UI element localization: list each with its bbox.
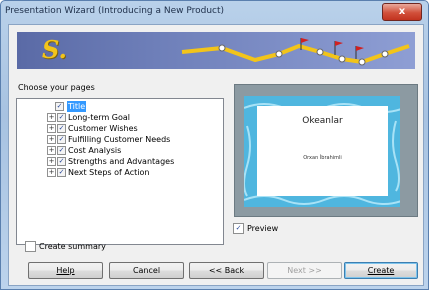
preview-label: Preview bbox=[247, 224, 279, 233]
slide-title: Okeanlar bbox=[302, 116, 343, 126]
wizard-window: Presentation Wizard (Introducing a New P… bbox=[0, 0, 429, 290]
checkbox-icon[interactable]: ✓ bbox=[57, 135, 66, 144]
checkbox-icon[interactable]: ✓ bbox=[57, 113, 66, 122]
expand-icon[interactable]: + bbox=[47, 157, 56, 166]
close-button[interactable]: x bbox=[382, 3, 422, 21]
create-button[interactable]: Create bbox=[344, 262, 418, 279]
checkbox-icon[interactable] bbox=[25, 241, 36, 252]
expand-icon[interactable]: + bbox=[47, 168, 56, 177]
create-button-label: Create bbox=[367, 266, 395, 275]
pages-tree[interactable]: ✓ Title + ✓ Long-term Goal + ✓ Customer … bbox=[16, 98, 224, 245]
tree-item-label: Fulfilling Customer Needs bbox=[68, 135, 171, 144]
checkbox-icon[interactable]: ✓ bbox=[57, 157, 66, 166]
checkbox-icon[interactable]: ✓ bbox=[55, 102, 64, 111]
tree-item-label: Long-term Goal bbox=[68, 113, 131, 122]
title-bar[interactable]: Presentation Wizard (Introducing a New P… bbox=[1, 1, 428, 23]
preview-slide: Okeanlar Orxan İbrahimli bbox=[244, 96, 400, 207]
tree-item-label: Title bbox=[67, 101, 87, 112]
back-button[interactable]: << Back bbox=[189, 262, 264, 279]
wizard-client-area: S. Choose your pages ✓ Title + ✓ Long-te… bbox=[8, 24, 424, 286]
window-title: Presentation Wizard (Introducing a New P… bbox=[5, 6, 225, 16]
create-summary-label: Create summary bbox=[39, 242, 106, 251]
next-button-label: Next >> bbox=[287, 266, 322, 275]
cancel-button-label: Cancel bbox=[132, 266, 161, 275]
slide-content: Okeanlar Orxan İbrahimli bbox=[257, 106, 388, 196]
checkbox-icon[interactable]: ✓ bbox=[57, 146, 66, 155]
tree-item-label: Cost Analysis bbox=[68, 146, 122, 155]
help-button[interactable]: Help bbox=[28, 262, 103, 279]
tree-item-label: Customer Wishes bbox=[68, 124, 138, 133]
expand-icon[interactable]: + bbox=[47, 146, 56, 155]
checkbox-icon[interactable]: ✓ bbox=[233, 223, 244, 234]
checkbox-icon[interactable]: ✓ bbox=[57, 168, 66, 177]
help-button-label: Help bbox=[56, 266, 75, 275]
checkbox-icon[interactable]: ✓ bbox=[57, 124, 66, 133]
expand-icon[interactable]: + bbox=[47, 113, 56, 122]
expand-icon[interactable]: + bbox=[47, 124, 56, 133]
tree-item-label: Strengths and Advantages bbox=[68, 157, 175, 166]
banner-roadmap-graphic bbox=[181, 38, 410, 66]
expand-icon[interactable]: + bbox=[47, 135, 56, 144]
next-button[interactable]: Next >> bbox=[267, 262, 342, 279]
back-button-label: << Back bbox=[208, 266, 245, 275]
wizard-banner: S. bbox=[17, 32, 415, 69]
cancel-button[interactable]: Cancel bbox=[109, 262, 184, 279]
slide-preview: Okeanlar Orxan İbrahimli bbox=[234, 84, 418, 217]
tree-item-label: Next Steps of Action bbox=[68, 168, 150, 177]
choose-pages-label: Choose your pages bbox=[18, 83, 95, 92]
slide-subtitle: Orxan İbrahimli bbox=[303, 155, 342, 161]
